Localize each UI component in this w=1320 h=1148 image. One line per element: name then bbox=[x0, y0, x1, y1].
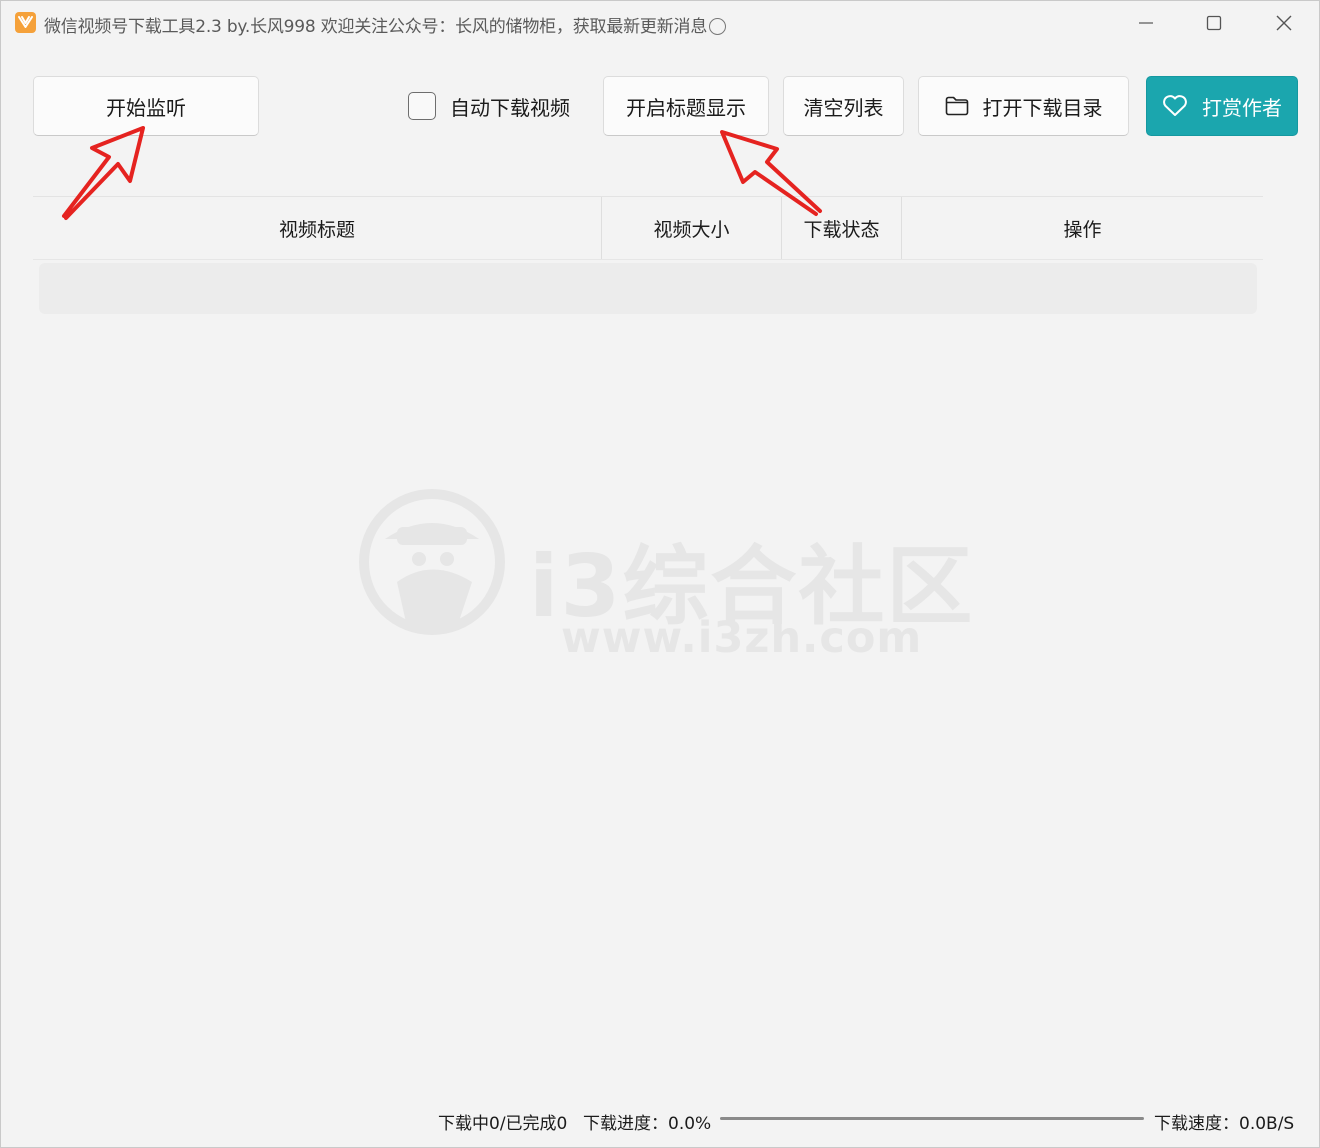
close-icon bbox=[1276, 15, 1292, 31]
watermark-url: www.i3zh.com bbox=[561, 613, 923, 663]
column-header-title[interactable]: 视频标题 bbox=[33, 197, 602, 259]
maximize-icon bbox=[1206, 15, 1222, 31]
minimize-button[interactable] bbox=[1113, 1, 1179, 45]
column-header-status[interactable]: 下载状态 bbox=[782, 197, 902, 259]
folder-icon bbox=[945, 96, 968, 116]
clear-list-button[interactable]: 清空列表 bbox=[783, 76, 904, 136]
clear-list-label: 清空列表 bbox=[803, 95, 884, 120]
close-button[interactable] bbox=[1251, 1, 1317, 45]
app-logo-icon bbox=[15, 12, 36, 33]
video-table-header: 视频标题 视频大小 下载状态 操作 bbox=[33, 196, 1263, 260]
tip-author-button[interactable]: 打赏作者 bbox=[1146, 76, 1298, 136]
tip-author-label: 打赏作者 bbox=[1202, 95, 1282, 120]
auto-download-label: 自动下载视频 bbox=[450, 95, 570, 120]
watermark-logo-icon bbox=[357, 487, 507, 637]
column-header-size[interactable]: 视频大小 bbox=[602, 197, 782, 259]
minimize-icon bbox=[1139, 22, 1153, 24]
column-header-action[interactable]: 操作 bbox=[902, 197, 1263, 259]
checkbox-box[interactable] bbox=[408, 92, 436, 120]
maximize-button[interactable] bbox=[1181, 1, 1247, 45]
title-display-button[interactable]: 开启标题显示 bbox=[603, 76, 769, 136]
download-count-status: 下载中0/已完成0 bbox=[438, 1114, 568, 1134]
empty-table-row bbox=[39, 263, 1257, 314]
title-bar: 微信视频号下载工具2.3 by.长风998 欢迎关注公众号：长风的储物柜，获取最… bbox=[1, 1, 1319, 45]
auto-download-checkbox[interactable]: 自动下载视频 bbox=[408, 89, 570, 123]
column-title-label: 视频标题 bbox=[278, 218, 355, 241]
download-speed-status: 下载速度：0.0B/S bbox=[1154, 1114, 1295, 1134]
emoji-icon bbox=[709, 18, 727, 35]
start-listen-button[interactable]: 开始监听 bbox=[33, 76, 259, 136]
column-action-label: 操作 bbox=[1063, 218, 1102, 241]
open-download-dir-label: 打开下载目录 bbox=[982, 95, 1103, 120]
title-display-label: 开启标题显示 bbox=[626, 95, 746, 120]
open-download-dir-button[interactable]: 打开下载目录 bbox=[918, 76, 1129, 136]
heart-icon bbox=[1163, 95, 1187, 116]
window-title: 微信视频号下载工具2.3 by.长风998 欢迎关注公众号：长风的储物柜，获取最… bbox=[44, 12, 727, 37]
download-progress-bar bbox=[720, 1117, 1144, 1120]
column-size-label: 视频大小 bbox=[653, 218, 730, 241]
download-progress-label: 下载进度：0.0% bbox=[583, 1114, 712, 1134]
window-title-text: 微信视频号下载工具2.3 by.长风998 欢迎关注公众号：长风的储物柜，获取最… bbox=[44, 17, 708, 37]
column-status-label: 下载状态 bbox=[803, 218, 880, 241]
app-window: 微信视频号下载工具2.3 by.长风998 欢迎关注公众号：长风的储物柜，获取最… bbox=[0, 0, 1320, 1148]
start-listen-label: 开始监听 bbox=[106, 95, 186, 120]
